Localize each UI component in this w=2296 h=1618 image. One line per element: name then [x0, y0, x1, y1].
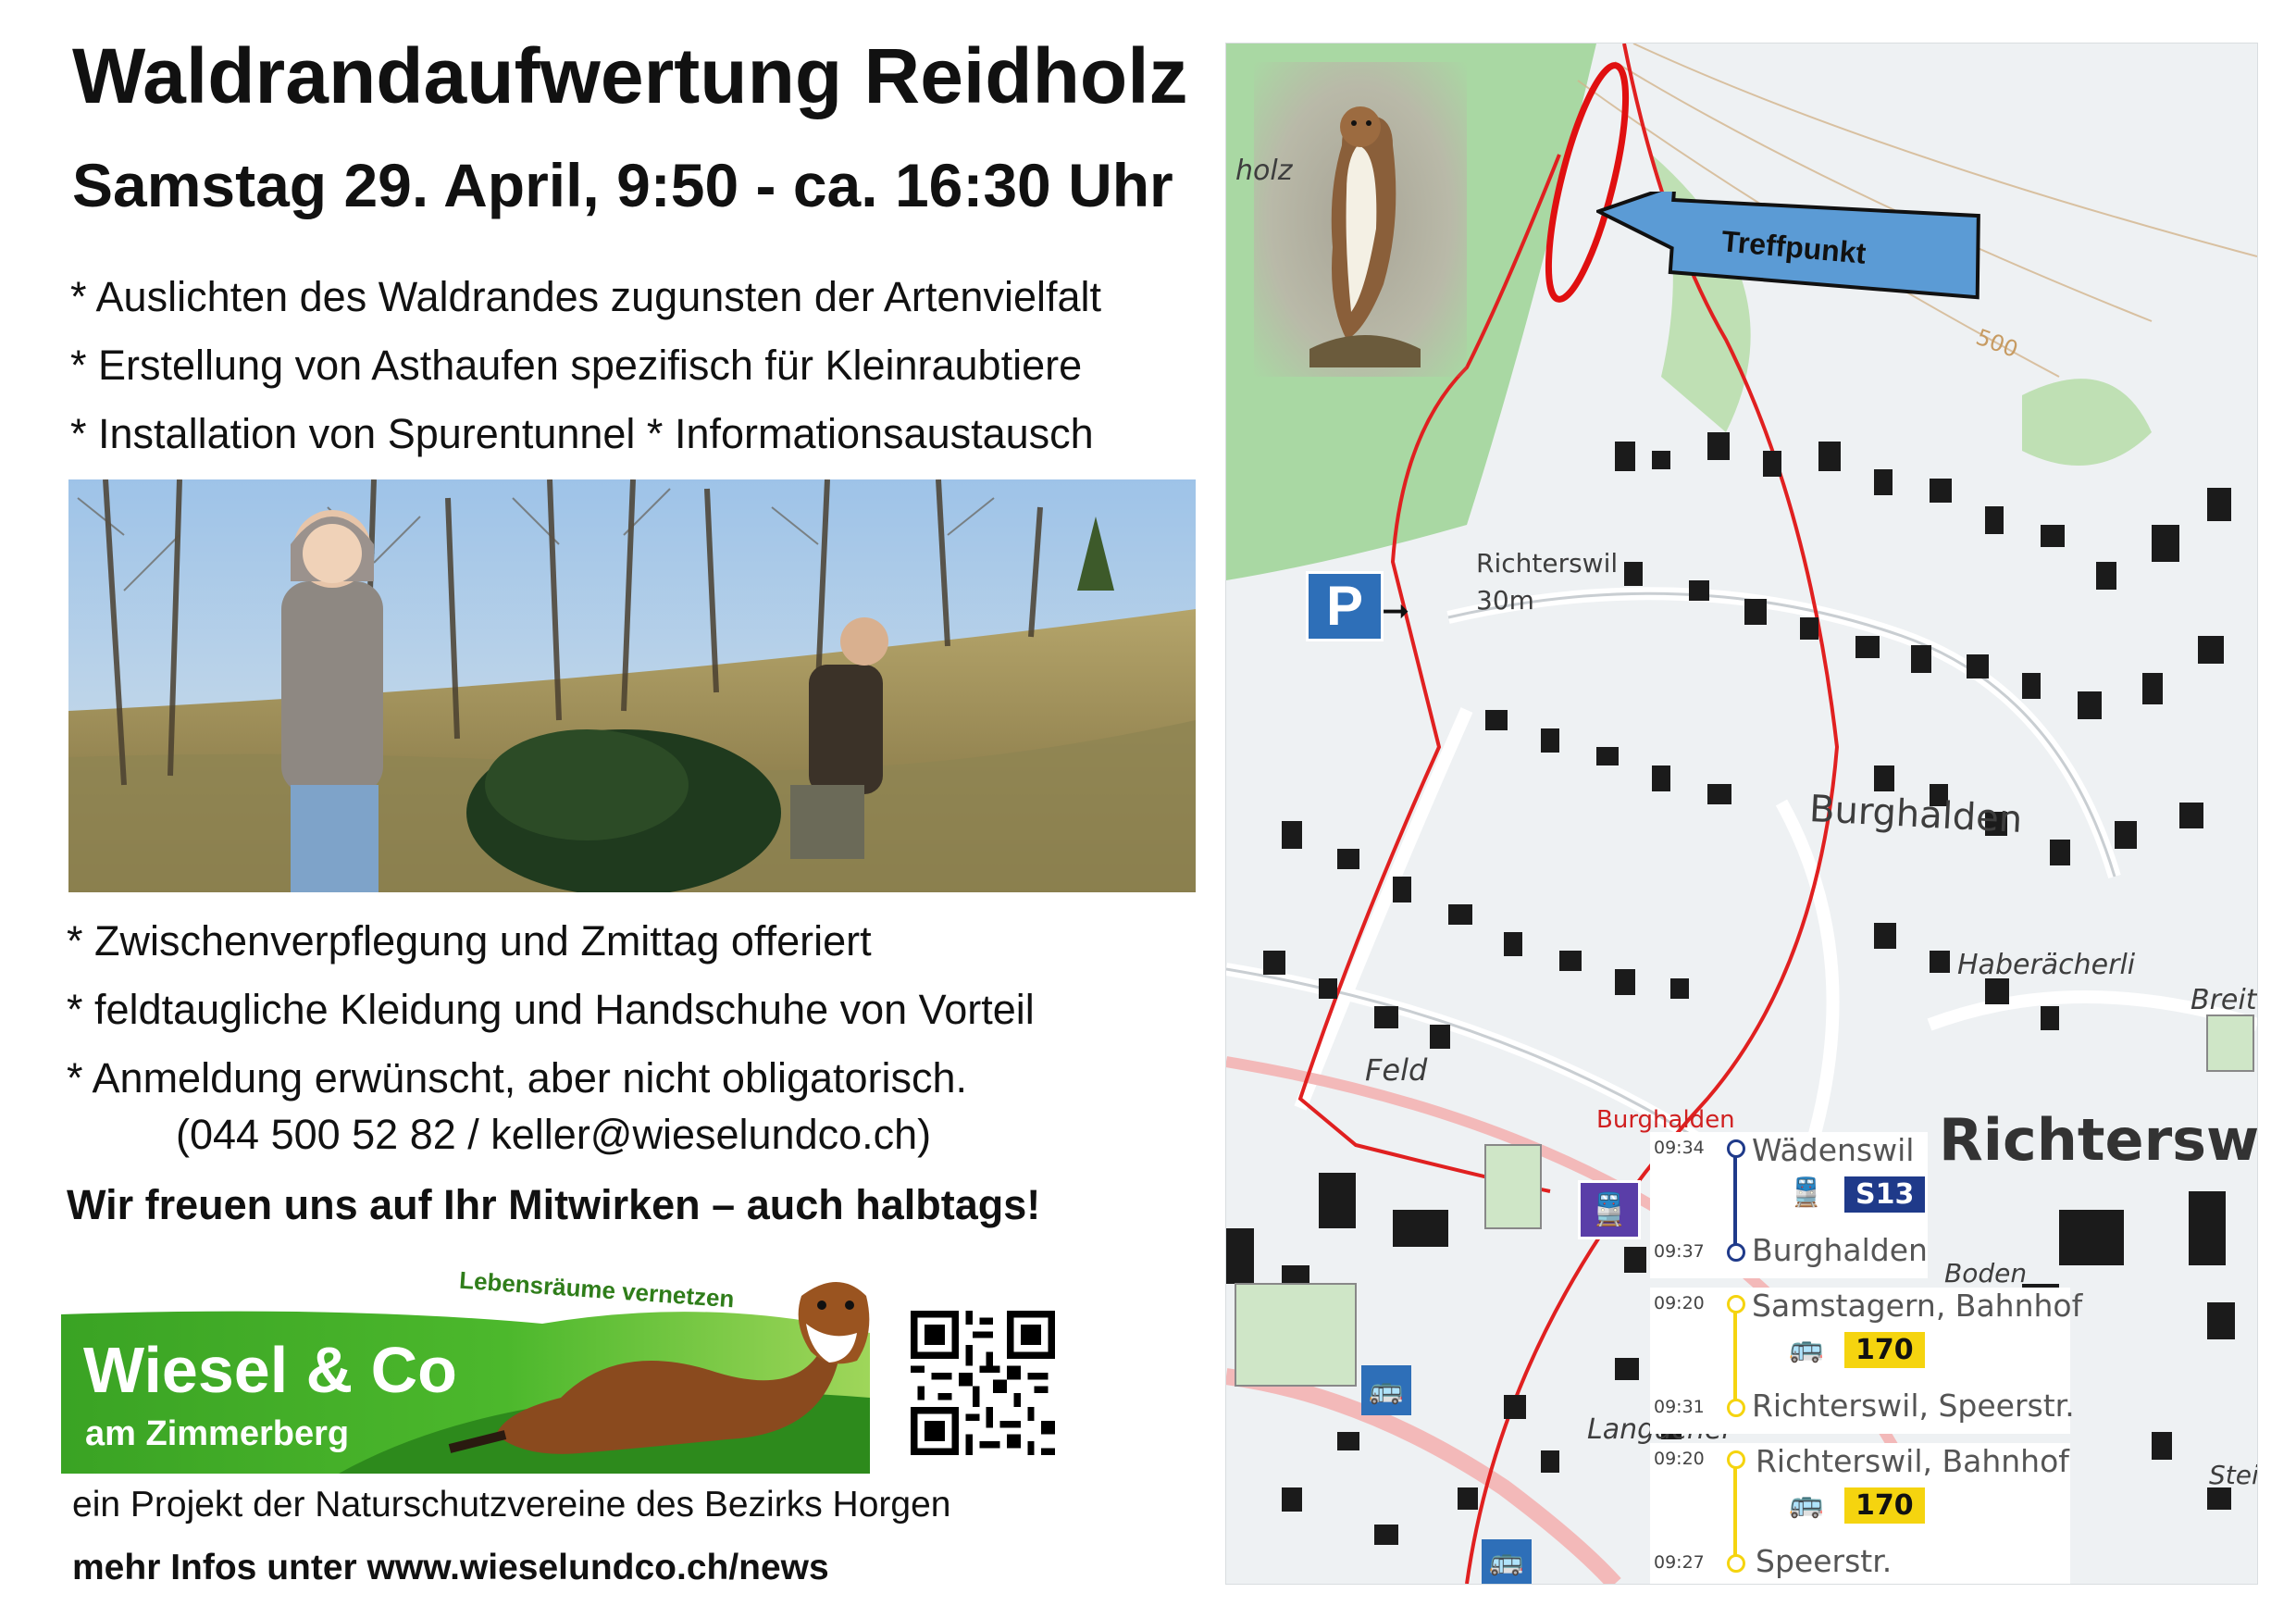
location-map: Treffpunkt P ➞ holz Richterswil 30m 500 … [1225, 43, 2258, 1585]
train-station-icon: 🚆 [1578, 1180, 1641, 1239]
work-photo [68, 479, 1196, 892]
bus-stop-icon: 🚌 [1482, 1539, 1532, 1584]
stoat-photo [1254, 62, 1467, 377]
activity-list: * Auslichten des Waldrandes zugunsten de… [70, 263, 1101, 468]
event-date: Samstag 29. April, 9:50 - ca. 16:30 Uhr [72, 151, 1173, 219]
list-item: * Anmeldung erwünscht, aber nicht obliga… [67, 1054, 968, 1101]
map-label-holz: holz [1235, 155, 1293, 187]
connection-panel: 09:20 Samstagern, Bahnhof 🚌 170 09:31 Ri… [1650, 1288, 2082, 1434]
contact-info: (044 500 52 82 / keller@wieselundco.ch) [176, 1111, 932, 1158]
map-label-richterswil: Richterswil [1939, 1106, 2258, 1174]
line-badge: S13 [1844, 1176, 1926, 1213]
arrival-time: 09:37 [1654, 1241, 1705, 1262]
list-item: * Erstellung von Asthaufen spezifisch fü… [70, 342, 1083, 389]
map-label-haberaecherli: Haberächerli [1957, 949, 2136, 981]
qr-code[interactable] [911, 1311, 1055, 1455]
page-title: Waldrandaufwertung Reidholz [72, 32, 1188, 119]
departure-stop: Samstagern, Bahnhof [1752, 1288, 2083, 1324]
line-badge: 170 [1844, 1332, 1925, 1368]
arrival-stop: Burghalden [1752, 1232, 1928, 1268]
arrival-time: 09:31 [1654, 1397, 1705, 1417]
departure-stop: Wädenswil [1752, 1132, 1915, 1168]
info-list: * Zwischenverpflegung und Zmittag offeri… [67, 907, 1035, 1113]
list-item: * feldtaugliche Kleidung und Handschuhe … [67, 986, 1035, 1033]
map-label-breite: Breite [2191, 984, 2257, 1016]
more-info-link[interactable]: mehr Infos unter www.wieselundco.ch/news [72, 1548, 829, 1588]
logo-subname: am Zimmerberg [85, 1414, 350, 1453]
parking-arrow-icon: ➞ [1382, 591, 1410, 629]
meeting-point-arrow: Treffpunkt [1594, 182, 2004, 303]
arrival-stop: Speerstr. [1756, 1543, 1893, 1579]
map-label-feld: Feld [1365, 1052, 1428, 1088]
list-item: * Zwischenverpflegung und Zmittag offeri… [67, 917, 872, 965]
thanks-message: Wir freuen uns auf Ihr Mitwirken – auch … [67, 1181, 1041, 1228]
wiesel-co-logo: Lebensräume vernetzen Wiesel & Co am Zim… [61, 1259, 870, 1474]
departure-stop: Richterswil, Bahnhof [1756, 1443, 2069, 1479]
bus-stop-icon: 🚌 [1361, 1365, 1411, 1415]
map-label-steing: Steing [2209, 1460, 2258, 1490]
departure-time: 09:20 [1654, 1449, 1705, 1469]
bus-icon: 🚌 [1789, 1332, 1824, 1364]
arrival-time: 09:27 [1654, 1552, 1705, 1573]
project-note: ein Projekt der Naturschutzvereine des B… [72, 1485, 951, 1525]
list-item: * Installation von Spurentunnel * Inform… [70, 410, 1094, 457]
map-label-boden: Boden [1944, 1258, 2028, 1288]
train-icon: 🚆 [1789, 1176, 1824, 1209]
parking-icon: P [1306, 571, 1384, 641]
bus-icon: 🚌 [1789, 1487, 1824, 1520]
map-label-elevation: 30m [1476, 585, 1534, 616]
departure-time: 09:34 [1654, 1138, 1705, 1158]
departure-time: 09:20 [1654, 1293, 1705, 1313]
list-item: * Auslichten des Waldrandes zugunsten de… [70, 273, 1101, 320]
map-label-burghalden-station: Burghalden [1596, 1106, 1735, 1134]
connection-panel: 09:34 Wädenswil 🚆 S13 09:37 Burghalden [1650, 1132, 1928, 1278]
logo-name: Wiesel & Co [83, 1334, 457, 1406]
line-badge: 170 [1844, 1487, 1925, 1524]
connection-panel: 09:20 Richterswil, Bahnhof 🚌 170 09:27 S… [1650, 1443, 2070, 1584]
map-label-richterswil-elev: Richterswil [1476, 548, 1619, 579]
arrival-stop: Richterswil, Speerstr. [1752, 1388, 2075, 1424]
